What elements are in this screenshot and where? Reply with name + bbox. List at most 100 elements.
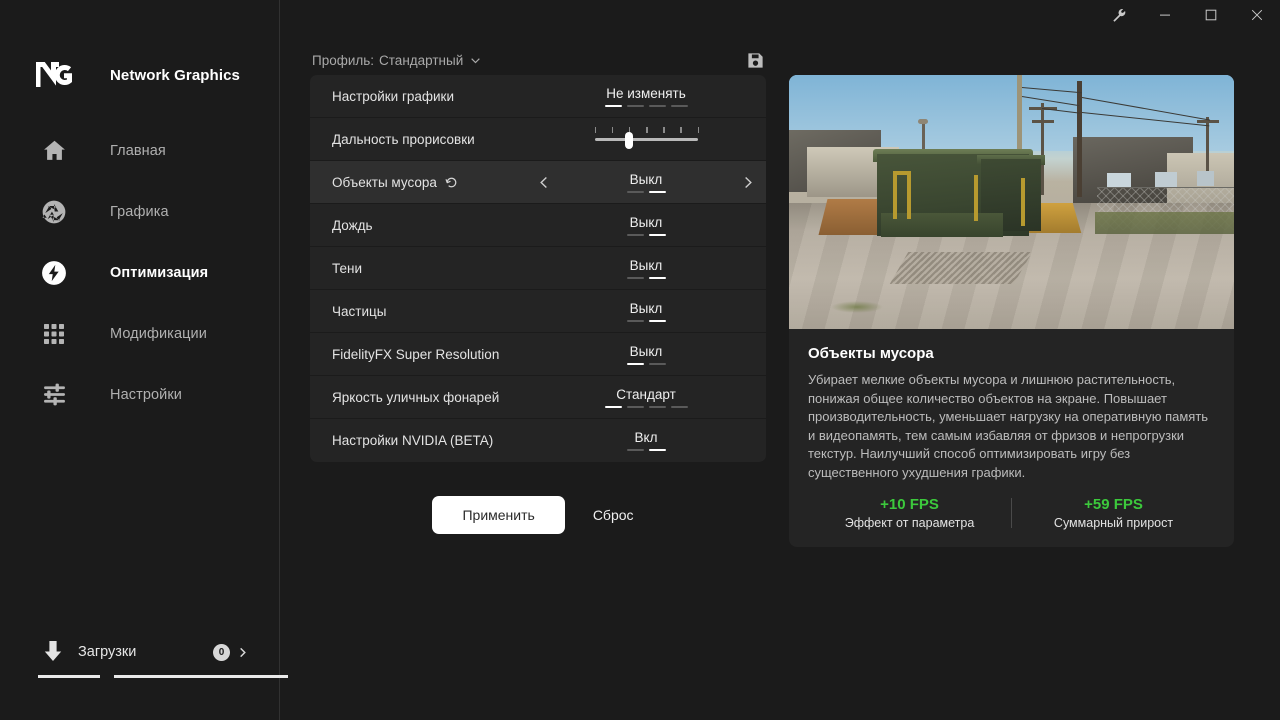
settings-step-dash [626,448,644,452]
settings-value-wrap[interactable]: Не изменять [604,86,688,108]
settings-row[interactable]: Объекты мусора Выкл [310,161,766,204]
maximize-button[interactable] [1188,0,1234,30]
brand-title: Network Graphics [110,66,240,84]
settings-value-wrap[interactable]: Выкл [626,171,666,194]
wrench-icon[interactable] [1096,0,1142,30]
preview-body: Объекты мусора Убирает мелкие объекты му… [789,329,1234,547]
settings-step-dash [648,190,666,194]
bolt-icon [26,260,82,286]
download-arrow-icon [38,639,68,665]
settings-row-label-text: Настройки NVIDIA (BETA) [332,433,494,448]
save-profile-icon[interactable] [747,52,764,69]
downloads-section[interactable]: Загрузки 0 [38,635,288,678]
settings-row-control: Выкл [526,247,766,290]
settings-row-label: Объекты мусора [332,175,458,190]
settings-row-label-text: FidelityFX Super Resolution [332,346,500,362]
settings-value-wrap[interactable]: Выкл [626,215,666,237]
sidebar-item-label-mods: Модификации [110,325,207,342]
settings-row[interactable]: Дождь Выкл [310,204,766,247]
network-graphics-logo-icon [26,60,82,90]
sidebar-item-mods[interactable]: Модификации [0,303,280,364]
settings-value-text: Выкл [629,300,663,316]
profile-value[interactable]: Стандартный [379,53,463,68]
close-button[interactable] [1234,0,1280,30]
home-icon [26,138,82,163]
settings-row-label-text: Объекты мусора [332,174,437,190]
settings-column: Профиль: Стандартный Настройки графики Не… [281,30,789,720]
downloads-count-badge: 0 [213,643,230,661]
slider-track[interactable] [594,137,698,141]
settings-value-wrap[interactable]: Стандарт [604,387,688,409]
settings-value-text: Выкл [629,171,663,187]
slider-tick [646,126,648,133]
settings-step-dash [648,405,666,409]
settings-list: Настройки графики Не изменять Дальность пр… [310,75,766,462]
settings-row[interactable]: Дальность прорисовки [310,118,766,161]
settings-value-wrap[interactable]: Выкл [626,300,666,323]
action-buttons: Применить Сброс [310,492,766,538]
chevron-down-icon[interactable] [470,55,481,66]
reset-setting-icon[interactable] [445,176,458,189]
settings-row-label-text: Настройки графики [332,88,454,104]
settings-step-dash [648,233,666,237]
sliders-icon [26,382,82,407]
app-window: Network Graphics Главная Графика Оптимиз… [0,0,1280,720]
settings-row-control [526,118,766,161]
settings-row[interactable]: Настройки графики Не изменять [310,75,766,118]
chevron-right-icon[interactable] [237,647,248,658]
sidebar-item-graphics[interactable]: Графика [0,181,280,242]
settings-value-wrap[interactable]: Выкл [626,344,666,366]
profile-label: Профиль: [312,52,375,68]
draw-distance-slider[interactable] [594,126,699,153]
settings-step-indicator [604,104,688,108]
settings-row[interactable]: Яркость уличных фонарей Стандарт [310,376,766,419]
downloads-row[interactable]: Загрузки 0 [38,635,248,669]
settings-row[interactable]: Настройки NVIDIA (BETA) Вкл [310,419,766,462]
settings-row-label: Дождь [332,218,373,233]
settings-step-dash [648,448,666,452]
settings-step-dash [626,190,644,194]
reset-button[interactable]: Сброс [583,496,644,534]
next-value-arrow-icon[interactable] [741,176,754,189]
settings-row-label: Тени [332,261,362,276]
sidebar-item-home[interactable]: Главная [0,120,280,181]
sidebar-item-settings[interactable]: Настройки [0,364,280,425]
settings-row-control: Выкл [526,333,766,376]
settings-value-wrap[interactable]: Вкл [626,430,666,452]
settings-row-control: Выкл [526,161,766,204]
slider-tick [663,126,665,133]
previous-value-arrow-icon[interactable] [538,176,551,189]
settings-step-dash [648,362,666,366]
settings-step-indicator [626,362,666,366]
settings-value-text: Выкл [629,257,663,273]
progress-segment-b [114,675,288,678]
preview-screenshot-image [789,75,1234,329]
settings-step-dash [626,276,644,280]
settings-value-wrap[interactable]: Выкл [626,257,666,280]
settings-row-control: Выкл [526,204,766,247]
settings-row[interactable]: Тени Выкл [310,247,766,290]
apply-button[interactable]: Применить [432,496,565,534]
settings-row[interactable]: Частицы Выкл [310,290,766,333]
settings-row[interactable]: FidelityFX Super Resolution Выкл [310,333,766,376]
settings-row-control: Стандарт [526,376,766,419]
settings-row-control: Не изменять [526,75,766,118]
settings-step-dash [626,362,644,366]
settings-step-dash [626,104,644,108]
fps-stat-effect: +10 FPS Эффект от параметра [808,496,1011,530]
sidebar-item-optimization[interactable]: Оптимизация [0,242,280,303]
downloads-progress-bar [38,675,288,678]
grid-icon [26,322,82,346]
fps-total-value: +59 FPS [1084,496,1143,513]
slider-tick [594,126,596,133]
sidebar-nav: Главная Графика Оптимизация Модификации … [0,120,280,425]
settings-row-label: Частицы [332,304,386,319]
slider-thumb[interactable] [624,131,633,149]
settings-row-label: FidelityFX Super Resolution [332,347,499,362]
slider-tick [680,126,682,133]
settings-step-dash [670,405,688,409]
minimize-button[interactable] [1142,0,1188,30]
settings-row-label: Настройки графики [332,89,454,104]
settings-step-indicator [604,405,688,409]
sidebar-item-label-graphics: Графика [110,203,169,220]
